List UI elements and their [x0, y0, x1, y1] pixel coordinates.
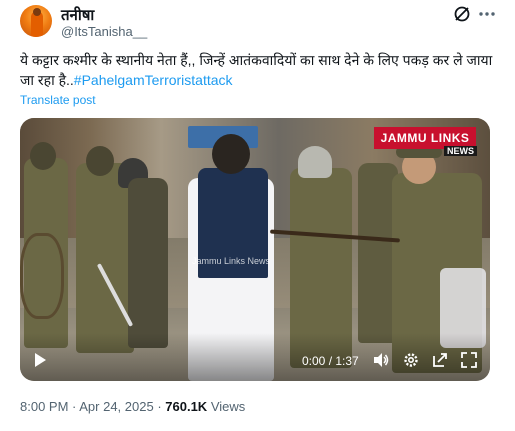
- video-caption-overlay: Jammu Links News: [192, 256, 271, 266]
- post-timestamp: 8:00 PM · Apr 24, 2025 · 760.1K Views: [20, 399, 245, 414]
- author-handle[interactable]: @ItsTanisha__: [61, 24, 147, 39]
- hashtag-link[interactable]: #PahelgamTerroristattack: [74, 72, 233, 88]
- avatar-head: [33, 8, 41, 16]
- settings-icon[interactable]: [402, 351, 420, 369]
- police-head: [30, 142, 56, 170]
- more-icon[interactable]: [477, 4, 497, 24]
- author-display-name[interactable]: तनीषा: [61, 5, 94, 25]
- police-head: [86, 146, 114, 176]
- channel-watermark-sub: NEWS: [444, 146, 477, 156]
- avatar[interactable]: [20, 5, 52, 37]
- volume-icon[interactable]: [372, 351, 390, 369]
- tweet-text: ये कट्टार कश्मीर के स्थानीय नेता हैं,, ज…: [20, 50, 498, 90]
- views-label: Views: [210, 399, 246, 414]
- video-time-display: 0:00 / 1:37: [302, 354, 359, 368]
- police-helmet: [298, 146, 332, 178]
- views-count: 760.1K: [165, 399, 208, 414]
- play-icon[interactable]: [32, 352, 48, 368]
- grok-icon[interactable]: [452, 4, 472, 24]
- man-head: [212, 134, 250, 174]
- riot-shield: [20, 233, 64, 319]
- video-player[interactable]: JAMMU LINKS NEWS Jammu Links News 0:00 /…: [20, 118, 490, 381]
- translate-post-link[interactable]: Translate post: [20, 93, 96, 107]
- meta-separator: ·: [153, 399, 166, 414]
- police-figure: [76, 163, 134, 353]
- post-datetime[interactable]: 8:00 PM · Apr 24, 2025: [20, 399, 154, 414]
- police-figure: [128, 178, 168, 348]
- fullscreen-icon[interactable]: [460, 351, 478, 369]
- popout-icon[interactable]: [431, 351, 449, 369]
